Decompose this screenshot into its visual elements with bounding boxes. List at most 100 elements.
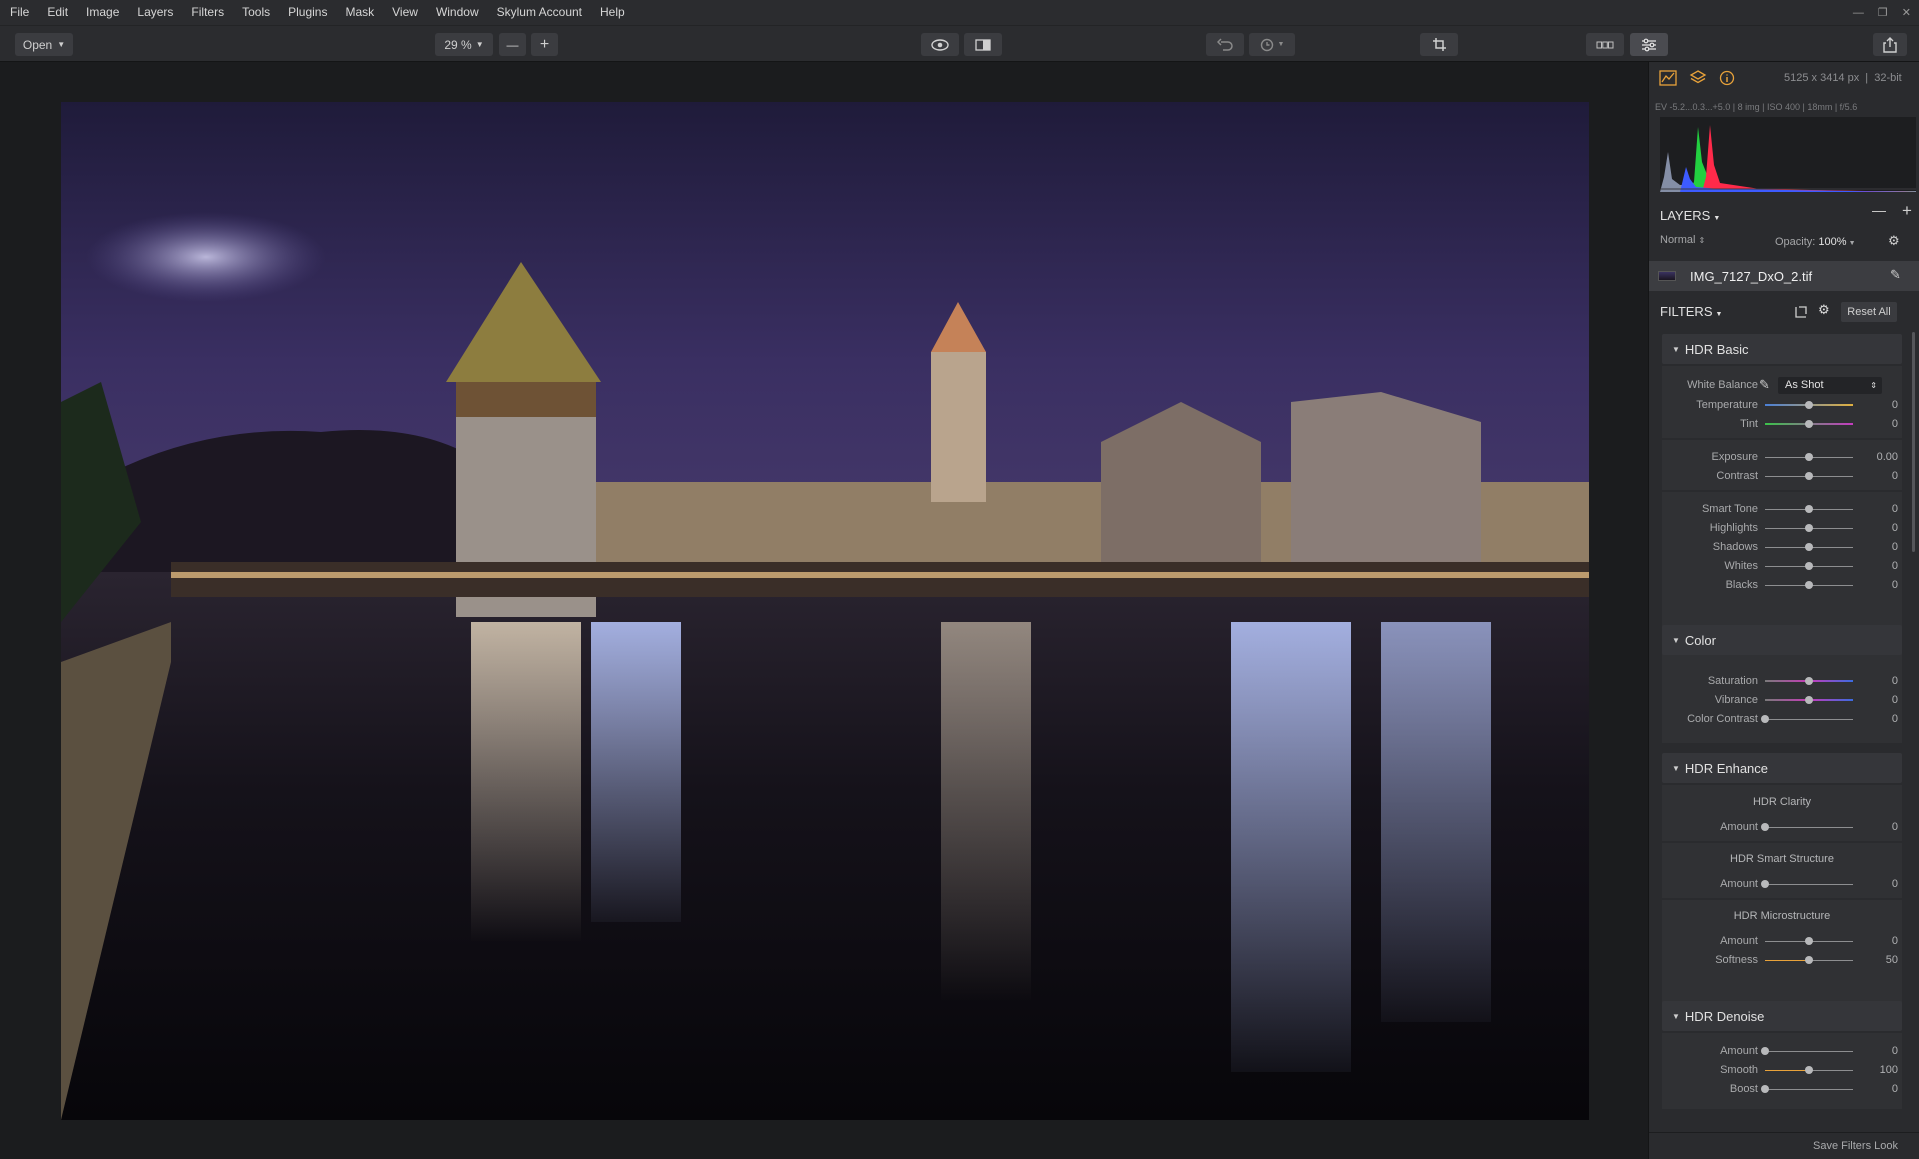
denoise-boost-slider[interactable]: Boost 0 [1662, 1080, 1902, 1099]
micro-amount-slider[interactable]: Amount 0 [1662, 932, 1902, 951]
layers-title[interactable]: LAYERS ▼ [1660, 208, 1720, 223]
filmstrip-icon [1596, 41, 1614, 48]
info-tab-icon[interactable] [1719, 70, 1735, 86]
denoise-smooth-slider[interactable]: Smooth 100 [1662, 1061, 1902, 1080]
menu-filters[interactable]: Filters [182, 0, 233, 25]
menu-view[interactable]: View [383, 0, 427, 25]
divider [1662, 490, 1902, 492]
denoise-amount-slider[interactable]: Amount 0 [1662, 1042, 1902, 1061]
menu-tools[interactable]: Tools [233, 0, 279, 25]
layer-row[interactable]: IMG_7127_DxO_2.tif ✎ [1649, 261, 1919, 291]
zoom-value: 29 % [444, 37, 472, 52]
menu-layers[interactable]: Layers [128, 0, 182, 25]
toolbar: Open ▼ 29 % ▼ — + ▼ [0, 25, 1919, 62]
tint-slider[interactable]: Tint 0 [1662, 415, 1902, 434]
updown-icon: ⇕ [1698, 236, 1706, 245]
history-button[interactable]: ▼ [1249, 33, 1295, 56]
color-contrast-slider[interactable]: Color Contrast 0 [1662, 710, 1902, 729]
clarity-amount-slider[interactable]: Amount 0 [1662, 818, 1902, 837]
minus-icon: — [506, 37, 519, 52]
section-body-hdr-enhance: HDR Clarity Amount 0 HDR Smart Structure … [1662, 785, 1902, 1019]
image-canvas[interactable] [0, 62, 1648, 1159]
compare-button[interactable] [964, 33, 1002, 56]
settings-icon[interactable]: ⚙ [1818, 302, 1830, 318]
micro-softness-slider[interactable]: Softness 50 [1662, 951, 1902, 970]
shadows-slider[interactable]: Shadows 0 [1662, 538, 1902, 557]
exposure-slider[interactable]: Exposure 0.00 [1662, 448, 1902, 467]
image-info: 5125 x 3414 px | 32-bit [1784, 72, 1902, 84]
share-icon [1883, 36, 1897, 53]
divider [1662, 898, 1902, 900]
menu-bar: File Edit Image Layers Filters Tools Plu… [0, 0, 1919, 25]
highlights-slider[interactable]: Highlights 0 [1662, 519, 1902, 538]
close-icon[interactable]: ✕ [1902, 6, 1911, 19]
collapse-triangle-icon: ▼ [1672, 635, 1680, 645]
crop-button[interactable] [1420, 33, 1458, 56]
filters-title[interactable]: FILTERS ▼ [1660, 304, 1722, 319]
hdr-microstructure-title: HDR Microstructure [1733, 910, 1831, 922]
eyedropper-icon[interactable]: ✎ [1759, 377, 1770, 393]
undo-button[interactable] [1206, 33, 1244, 56]
chevron-down-icon: ▼ [1715, 311, 1723, 318]
add-layer-icon[interactable]: + [1902, 201, 1912, 221]
plus-icon: + [539, 35, 550, 53]
layers-tab-icon[interactable] [1689, 69, 1707, 87]
menu-file[interactable]: File [0, 0, 38, 25]
collapse-triangle-icon: ▼ [1672, 344, 1680, 354]
right-panel: 5125 x 3414 px | 32-bit EV -5.2...0.3...… [1648, 62, 1919, 1159]
zoom-in-button[interactable]: + [531, 33, 558, 56]
saturation-slider[interactable]: Saturation 0 [1662, 672, 1902, 691]
minimize-icon[interactable]: — [1853, 7, 1864, 19]
adjustments-button[interactable] [1630, 33, 1668, 56]
white-balance-select[interactable]: As Shot ⇕ [1778, 377, 1882, 394]
save-filters-look-button[interactable]: Save Filters Look [1813, 1140, 1898, 1152]
collapse-triangle-icon: ▼ [1672, 763, 1680, 773]
preview-button[interactable] [921, 33, 959, 56]
blend-mode-select[interactable]: Normal ⇕ [1660, 234, 1705, 246]
zoom-select[interactable]: 29 % ▼ [435, 33, 493, 56]
chevron-down-icon: ▼ [475, 40, 484, 49]
opacity-control[interactable]: Opacity: 100% ▼ [1775, 236, 1856, 248]
image-bitdepth: 32-bit [1874, 72, 1902, 84]
section-header-color[interactable]: ▼ Color [1662, 625, 1902, 655]
menu-edit[interactable]: Edit [38, 0, 77, 25]
brush-icon[interactable]: ✎ [1890, 267, 1901, 283]
filter-catalog-icon[interactable] [1794, 305, 1808, 319]
whites-slider[interactable]: Whites 0 [1662, 557, 1902, 576]
panel-scrollbar[interactable] [1912, 332, 1915, 552]
history-icon [1260, 38, 1273, 51]
histogram-tab-icon[interactable] [1659, 70, 1677, 86]
layer-name: IMG_7127_DxO_2.tif [1690, 269, 1813, 284]
blacks-slider[interactable]: Blacks 0 [1662, 576, 1902, 595]
remove-layer-icon[interactable]: — [1872, 202, 1886, 218]
chevron-down-icon: ▼ [1277, 41, 1285, 48]
sliders-icon [1642, 38, 1656, 51]
menu-window[interactable]: Window [427, 0, 488, 25]
chevron-down-icon: ▼ [57, 40, 66, 49]
crop-icon [1432, 38, 1446, 51]
vibrance-slider[interactable]: Vibrance 0 [1662, 691, 1902, 710]
panel-footer: Save Filters Look [1649, 1132, 1919, 1159]
open-button[interactable]: Open ▼ [15, 33, 73, 56]
menu-image[interactable]: Image [77, 0, 128, 25]
export-button[interactable] [1873, 33, 1907, 56]
section-header-hdr-basic[interactable]: ▼ HDR Basic [1662, 334, 1902, 364]
menu-mask[interactable]: Mask [336, 0, 383, 25]
menu-help[interactable]: Help [591, 0, 634, 25]
filmstrip-button[interactable] [1586, 33, 1624, 56]
smart-tone-slider[interactable]: Smart Tone 0 [1662, 500, 1902, 519]
section-header-hdr-enhance[interactable]: ▼ HDR Enhance [1662, 753, 1902, 783]
reset-all-button[interactable]: Reset All [1841, 302, 1897, 322]
zoom-out-button[interactable]: — [499, 33, 526, 56]
temperature-slider[interactable]: Temperature 0 [1662, 396, 1902, 415]
section-header-hdr-denoise[interactable]: ▼ HDR Denoise [1662, 1001, 1902, 1031]
photo-preview[interactable] [61, 102, 1589, 1120]
menu-plugins[interactable]: Plugins [279, 0, 336, 25]
restore-icon[interactable]: ❐ [1878, 6, 1888, 19]
contrast-slider[interactable]: Contrast 0 [1662, 467, 1902, 486]
undo-icon [1217, 37, 1233, 51]
night-cityscape-image [61, 102, 1589, 1120]
gear-icon[interactable]: ⚙ [1888, 233, 1900, 249]
menu-skylum-account[interactable]: Skylum Account [488, 0, 591, 25]
structure-amount-slider[interactable]: Amount 0 [1662, 875, 1902, 894]
